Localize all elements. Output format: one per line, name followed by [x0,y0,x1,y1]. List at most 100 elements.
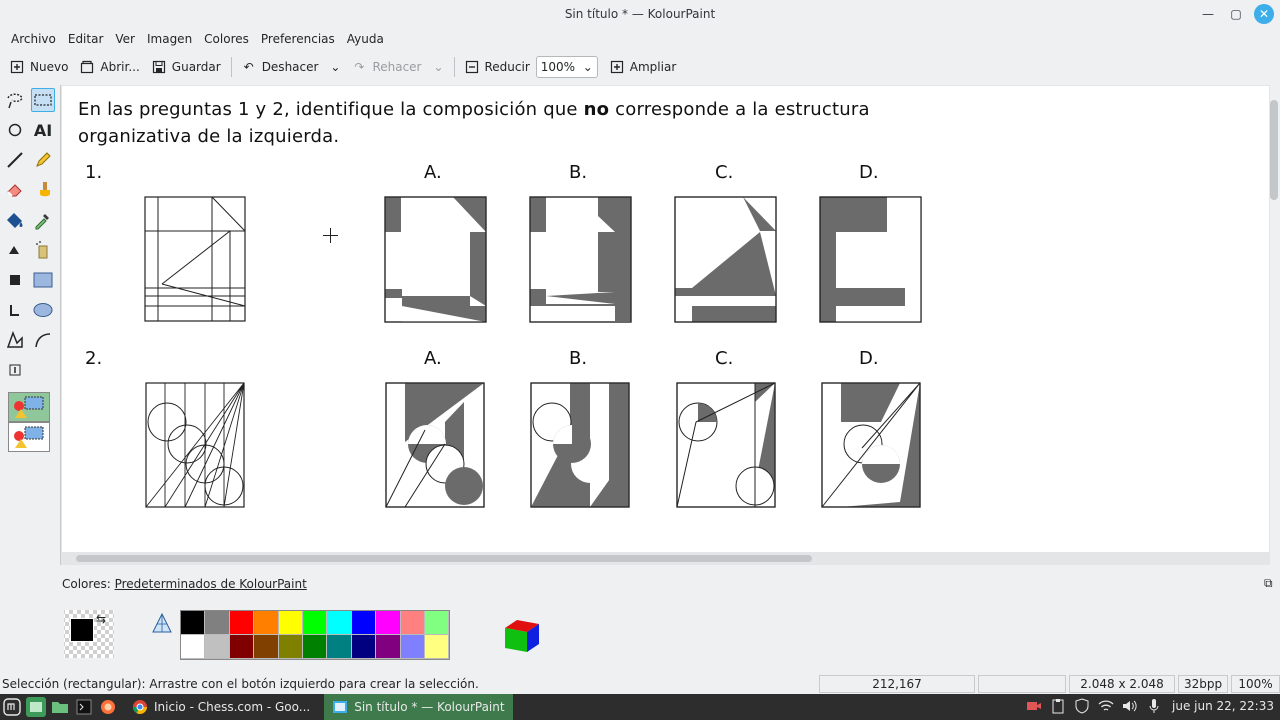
q2-option-a-figure[interactable] [385,382,486,508]
zoom-in-button[interactable]: Ampliar [604,54,682,80]
task-chrome[interactable]: Inicio - Chess.com - Goo... [124,694,318,720]
palette-swatch[interactable] [327,635,352,659]
new-button[interactable]: Nuevo [4,54,74,80]
polygon-tool[interactable] [3,328,27,352]
palette-swatch[interactable] [351,635,377,659]
palette-swatch[interactable] [376,635,401,659]
ellipse-tool[interactable] [31,298,55,322]
open-button[interactable]: Abrir... [74,54,145,80]
swap-colors-icon[interactable]: ⇆ [96,612,106,626]
redo-history-dropdown[interactable]: ⌄ [428,54,450,80]
q2-option-d-figure[interactable] [821,382,922,508]
wifi-icon[interactable] [1098,697,1114,715]
menu-archivo[interactable]: Archivo [5,32,62,46]
line-tool[interactable] [3,148,27,172]
shapes-transparent-icon [14,426,44,448]
undo-button[interactable]: ↶ Deshacer [236,54,325,80]
task-kolourpaint[interactable]: Sin título * — KolourPaint [324,694,513,720]
redo-button[interactable]: ↷ Rehacer [346,54,427,80]
files-launcher[interactable] [50,697,70,717]
canvas-area[interactable]: En las preguntas 1 y 2, identifique la c… [60,85,1270,565]
menu-imagen[interactable]: Imagen [141,32,198,46]
clock[interactable]: jue jun 22, 22:33 [1172,699,1274,713]
palette-swatch[interactable] [181,635,206,659]
save-button[interactable]: Guardar [146,54,227,80]
foreground-background-colors[interactable] [64,610,114,658]
curve-tool[interactable] [31,328,55,352]
detach-panel-icon[interactable]: ⧉ [1264,576,1273,591]
palette-swatch[interactable] [181,611,206,635]
zoom-combobox[interactable]: 100% ⌄ [535,56,598,78]
foreground-color[interactable] [70,618,94,642]
volume-icon[interactable] [1122,697,1138,715]
spraycan-tool[interactable] [31,238,55,262]
zoom-out-button[interactable]: Reducir [459,54,536,80]
palette-swatch[interactable] [327,611,352,635]
clipboard-icon[interactable] [1050,697,1066,715]
palette-swatch[interactable] [229,635,255,659]
palette-swatch[interactable] [205,635,230,659]
pen-tool[interactable] [31,148,55,172]
color-picker-tool[interactable] [31,208,55,232]
q2-option-b-figure[interactable] [530,382,631,508]
selection-transparent-option[interactable] [8,422,50,452]
rectangle-tool[interactable] [3,268,27,292]
q2-option-c-figure[interactable] [676,382,777,508]
colors-panel-label[interactable]: Colores: Predeterminados de KolourPaint [62,577,307,591]
text-tool[interactable]: AI [31,118,55,142]
palette-swatch[interactable] [278,635,303,659]
flood-fill-tool[interactable] [3,208,27,232]
screen-recorder-icon[interactable] [1026,697,1042,715]
start-menu-icon[interactable] [2,697,22,717]
selection-opaque-option[interactable] [8,392,50,422]
rounded-rectangle-tool[interactable] [31,268,55,292]
palette-swatch[interactable] [400,611,425,635]
color-eraser-tool[interactable] [3,238,27,262]
undo-history-dropdown[interactable]: ⌄ [324,54,346,80]
horizontal-scrollbar[interactable] [76,555,812,562]
rectangular-selection-tool[interactable] [31,88,55,112]
vertical-scrollbar[interactable] [1270,100,1278,200]
eraser-tool[interactable] [3,178,27,202]
microphone-icon[interactable] [1146,697,1162,715]
palette-swatch[interactable] [400,635,425,659]
maximize-button[interactable]: ▢ [1226,4,1246,24]
q1-option-c-figure[interactable] [674,196,778,324]
palette-swatch[interactable] [205,611,230,635]
menu-ayuda[interactable]: Ayuda [341,32,390,46]
palette-swatch[interactable] [254,635,279,659]
undo-label: Deshacer [261,60,319,74]
show-desktop-icon[interactable] [26,697,46,717]
palette-swatch[interactable] [376,611,401,635]
palette-swatch[interactable] [229,611,255,635]
menu-colores[interactable]: Colores [198,32,255,46]
q1-option-d-figure[interactable] [819,196,923,324]
palette-swatch[interactable] [302,611,328,635]
polyline-tool[interactable] [3,298,27,322]
firefox-launcher[interactable] [98,697,118,717]
tool-option-text[interactable] [3,358,27,382]
close-button[interactable]: ✕ [1254,4,1274,24]
color-cube-icon[interactable] [503,616,541,654]
shield-icon[interactable] [1074,697,1090,715]
polygon-icon [6,330,23,348]
q1-option-b-figure[interactable] [529,196,633,324]
palette-swatch[interactable] [351,611,377,635]
transparent-color-icon[interactable] [150,612,174,636]
menu-ver[interactable]: Ver [109,32,141,46]
palette-swatch[interactable] [424,611,450,635]
brush-tool[interactable] [31,178,55,202]
palette-swatch[interactable] [424,635,450,659]
palette-swatch[interactable] [254,611,279,635]
task-chrome-label: Inicio - Chess.com - Goo... [154,700,311,714]
menu-editar[interactable]: Editar [62,32,110,46]
q1-option-a-figure[interactable] [384,196,488,324]
palette-swatch[interactable] [278,611,303,635]
menu-preferencias[interactable]: Preferencias [255,32,341,46]
ellipse-selection-tool[interactable] [3,118,27,142]
drawing-canvas[interactable]: En las preguntas 1 y 2, identifique la c… [62,86,1269,552]
palette-swatch[interactable] [302,635,328,659]
free-form-selection-tool[interactable] [3,88,27,112]
minimize-button[interactable]: — [1198,4,1218,24]
terminal-launcher[interactable] [74,697,94,717]
